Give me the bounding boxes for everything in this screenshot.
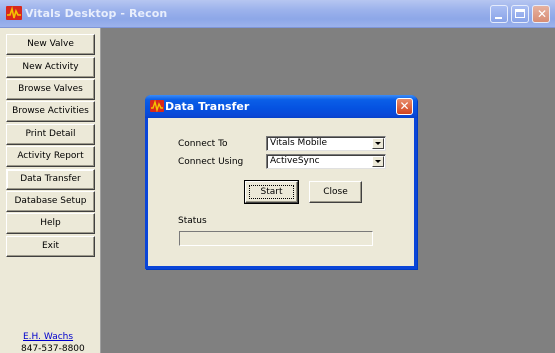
vitals-logo-icon (6, 6, 22, 20)
connect-using-label: Connect Using (178, 157, 244, 167)
window-close-button[interactable]: ✕ (532, 5, 550, 23)
database-setup-button[interactable]: Database Setup (6, 191, 95, 212)
company-link[interactable]: E.H. Wachs (23, 332, 73, 342)
exit-button[interactable]: Exit (6, 236, 95, 257)
dialog-close-button[interactable]: ✕ (396, 98, 413, 115)
status-progress-bar (179, 231, 373, 246)
new-activity-button[interactable]: New Activity (6, 57, 95, 78)
maximize-icon (515, 9, 525, 18)
chevron-down-icon[interactable] (372, 138, 384, 149)
dialog-title-bar[interactable]: Data Transfer ✕ (145, 95, 417, 118)
dialog-title: Data Transfer (165, 100, 250, 113)
start-button[interactable]: Start (244, 180, 299, 204)
focus-ring (249, 185, 294, 199)
new-valve-button[interactable]: New Valve (6, 34, 95, 55)
connect-to-select[interactable]: Vitals Mobile (266, 136, 386, 151)
connect-to-value: Vitals Mobile (270, 138, 328, 148)
data-transfer-dialog: Data Transfer ✕ Connect To Vitals Mobile… (145, 95, 417, 269)
sidebar: New Valve New Activity Browse Valves Bro… (0, 28, 101, 353)
browse-valves-button[interactable]: Browse Valves (6, 79, 95, 100)
connect-to-label: Connect To (178, 139, 228, 149)
main-title-bar[interactable]: Vitals Desktop - Recon ✕ (0, 0, 555, 28)
browse-activities-button[interactable]: Browse Activities (6, 101, 95, 122)
chevron-down-icon[interactable] (372, 156, 384, 167)
close-icon: ✕ (399, 99, 410, 113)
data-transfer-button[interactable]: Data Transfer (6, 169, 95, 190)
maximize-button[interactable] (511, 5, 529, 23)
help-button[interactable]: Help (6, 213, 95, 234)
minimize-button[interactable] (490, 5, 508, 23)
connect-using-value: ActiveSync (270, 156, 320, 166)
vitals-logo-icon (150, 99, 164, 113)
window-title: Vitals Desktop - Recon (25, 7, 168, 20)
company-phone: 847-537-8800 (21, 344, 85, 353)
connect-using-select[interactable]: ActiveSync (266, 154, 386, 169)
close-button[interactable]: Close (309, 181, 362, 203)
print-detail-button[interactable]: Print Detail (6, 124, 95, 145)
minimize-icon (495, 17, 502, 19)
activity-report-button[interactable]: Activity Report (6, 146, 95, 167)
status-label: Status (178, 216, 207, 226)
close-icon: ✕ (536, 7, 548, 21)
